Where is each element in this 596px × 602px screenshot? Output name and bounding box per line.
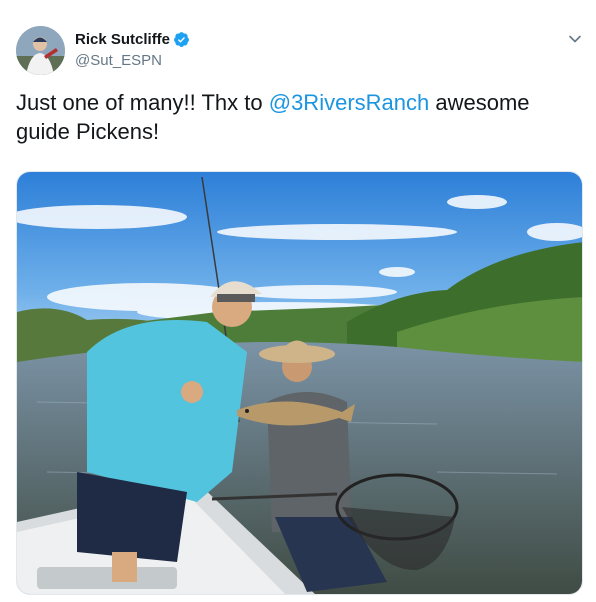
author-display-name[interactable]: Rick Sutcliffe [75, 31, 170, 48]
chevron-down-icon[interactable] [568, 32, 582, 46]
tweet-card: Rick Sutcliffe @Sut_ESPN Just one of man… [0, 0, 596, 602]
verified-badge-icon [174, 32, 189, 47]
tweet-photo[interactable] [16, 171, 583, 595]
tweet-text-start: Just one of many!! Thx to [16, 90, 269, 115]
author-handle[interactable]: @Sut_ESPN [75, 52, 162, 69]
avatar[interactable] [16, 26, 65, 75]
author-name-row: Rick Sutcliffe [75, 31, 190, 48]
tweet-text: Just one of many!! Thx to @3RiversRanch … [16, 88, 576, 146]
mention-link[interactable]: @3RiversRanch [269, 90, 430, 115]
